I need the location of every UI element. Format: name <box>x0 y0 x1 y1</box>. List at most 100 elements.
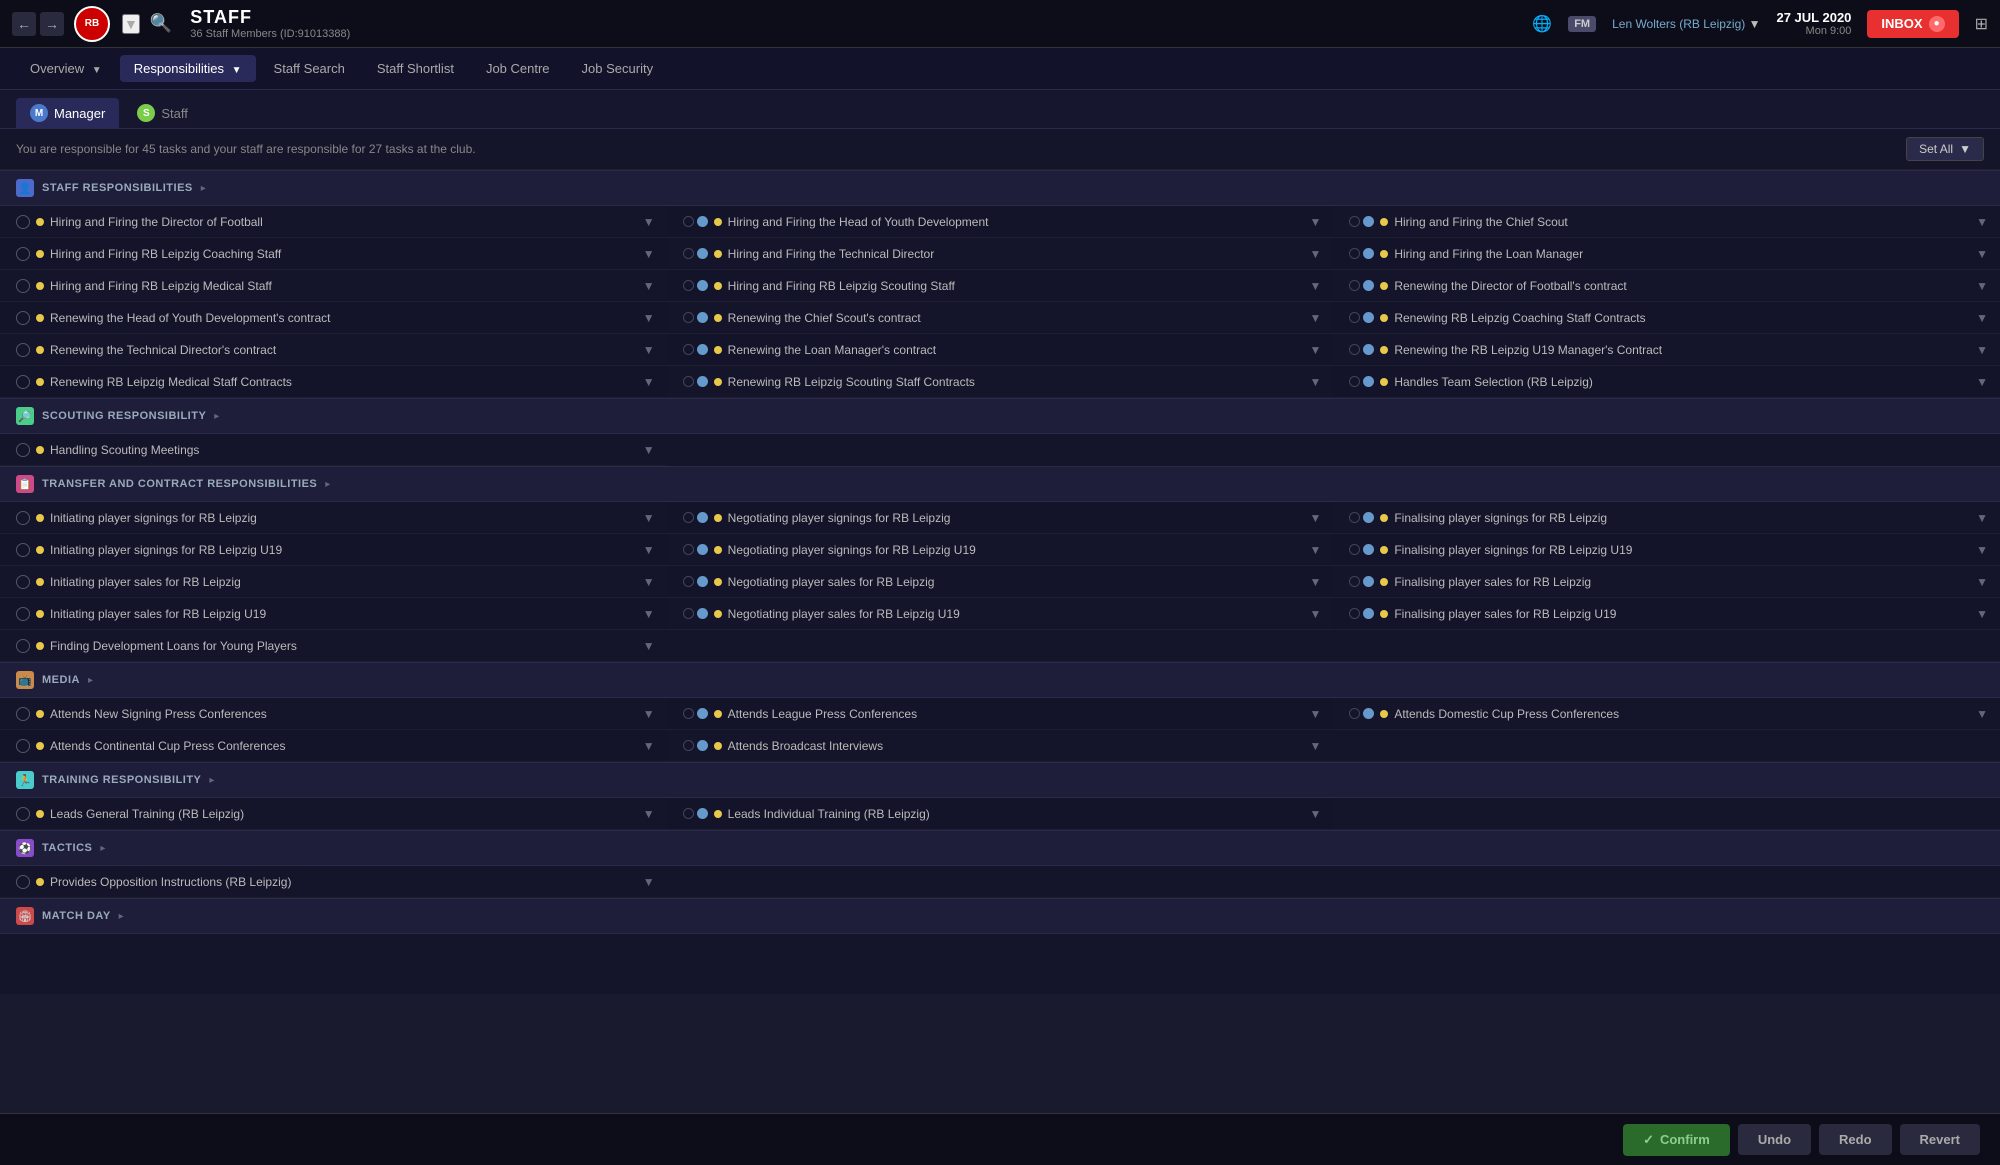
resp-dropdown-arrow[interactable]: ▼ <box>1972 575 1992 589</box>
mini-radio[interactable] <box>1349 544 1360 555</box>
radio-button[interactable] <box>16 215 30 229</box>
mini-radio-on[interactable] <box>1363 280 1374 291</box>
resp-dropdown-arrow[interactable]: ▼ <box>1972 375 1992 389</box>
mini-radio[interactable] <box>1349 576 1360 587</box>
redo-button[interactable]: Redo <box>1819 1124 1892 1155</box>
resp-dropdown-arrow[interactable]: ▼ <box>639 875 659 889</box>
mini-radio-on[interactable] <box>697 740 708 751</box>
mini-radio[interactable] <box>1349 280 1360 291</box>
resp-dropdown-arrow[interactable]: ▼ <box>639 375 659 389</box>
tab-staff-search[interactable]: Staff Search <box>260 55 359 82</box>
resp-dropdown-arrow[interactable]: ▼ <box>639 607 659 621</box>
expand-button[interactable]: ⊞ <box>1975 14 1988 34</box>
tab-staff-shortlist[interactable]: Staff Shortlist <box>363 55 468 82</box>
radio-button[interactable] <box>16 707 30 721</box>
mini-radio-on[interactable] <box>1363 608 1374 619</box>
mini-radio-on[interactable] <box>697 312 708 323</box>
radio-button[interactable] <box>16 311 30 325</box>
forward-button[interactable]: → <box>40 12 64 36</box>
tab-overview[interactable]: Overview ▼ <box>16 55 116 82</box>
mini-radio-on[interactable] <box>1363 376 1374 387</box>
section-staff-responsibilities[interactable]: 👤 STAFF RESPONSIBILITIES ▸ <box>0 170 2000 206</box>
resp-dropdown-arrow[interactable]: ▼ <box>1305 215 1325 229</box>
resp-dropdown-arrow[interactable]: ▼ <box>639 215 659 229</box>
mini-radio[interactable] <box>683 608 694 619</box>
resp-dropdown-arrow[interactable]: ▼ <box>1305 511 1325 525</box>
back-button[interactable]: ← <box>12 12 36 36</box>
mini-radio-on[interactable] <box>697 608 708 619</box>
mini-radio-on[interactable] <box>1363 708 1374 719</box>
mini-radio[interactable] <box>683 740 694 751</box>
tab-responsibilities[interactable]: Responsibilities ▼ <box>120 55 256 82</box>
section-media[interactable]: 📺 MEDIA ▸ <box>0 662 2000 698</box>
resp-dropdown-arrow[interactable]: ▼ <box>1972 511 1992 525</box>
radio-button[interactable] <box>16 511 30 525</box>
resp-dropdown-arrow[interactable]: ▼ <box>639 279 659 293</box>
radio-button[interactable] <box>16 807 30 821</box>
mini-radio[interactable] <box>1349 312 1360 323</box>
mini-radio[interactable] <box>683 280 694 291</box>
resp-dropdown-arrow[interactable]: ▼ <box>639 511 659 525</box>
resp-dropdown-arrow[interactable]: ▼ <box>1305 543 1325 557</box>
mini-radio-on[interactable] <box>697 248 708 259</box>
globe-icon[interactable]: 🌐 <box>1532 14 1552 34</box>
mini-radio-on[interactable] <box>1363 512 1374 523</box>
mini-radio[interactable] <box>1349 216 1360 227</box>
resp-dropdown-arrow[interactable]: ▼ <box>1305 247 1325 261</box>
mini-radio[interactable] <box>1349 376 1360 387</box>
mini-radio-on[interactable] <box>1363 544 1374 555</box>
mini-radio-on[interactable] <box>1363 216 1374 227</box>
resp-dropdown-arrow[interactable]: ▼ <box>1305 375 1325 389</box>
resp-dropdown-arrow[interactable]: ▼ <box>1305 807 1325 821</box>
section-training-responsibility[interactable]: 🏃 TRAINING RESPONSIBILITY ▸ <box>0 762 2000 798</box>
resp-dropdown-arrow[interactable]: ▼ <box>1972 607 1992 621</box>
mini-radio-on[interactable] <box>697 376 708 387</box>
mini-radio[interactable] <box>1349 248 1360 259</box>
search-icon[interactable]: 🔍 <box>150 13 172 34</box>
resp-dropdown-arrow[interactable]: ▼ <box>1972 311 1992 325</box>
radio-button[interactable] <box>16 543 30 557</box>
radio-button[interactable] <box>16 247 30 261</box>
radio-button[interactable] <box>16 875 30 889</box>
resp-dropdown-arrow[interactable]: ▼ <box>639 543 659 557</box>
radio-button[interactable] <box>16 443 30 457</box>
resp-dropdown-arrow[interactable]: ▼ <box>1305 607 1325 621</box>
mini-radio-on[interactable] <box>1363 344 1374 355</box>
radio-button[interactable] <box>16 343 30 357</box>
resp-dropdown-arrow[interactable]: ▼ <box>1305 311 1325 325</box>
person-tab-staff[interactable]: S Staff <box>123 98 202 128</box>
section-tactics[interactable]: ⚽ TACTICS ▸ <box>0 830 2000 866</box>
confirm-button[interactable]: ✓ Confirm <box>1623 1124 1730 1156</box>
resp-dropdown-arrow[interactable]: ▼ <box>639 247 659 261</box>
resp-dropdown-arrow[interactable]: ▼ <box>1305 279 1325 293</box>
radio-button[interactable] <box>16 575 30 589</box>
resp-dropdown-arrow[interactable]: ▼ <box>1972 279 1992 293</box>
mini-radio-on[interactable] <box>1363 576 1374 587</box>
tab-job-security[interactable]: Job Security <box>568 55 668 82</box>
mini-radio[interactable] <box>683 512 694 523</box>
section-transfer-contract[interactable]: 📋 TRANSFER AND CONTRACT RESPONSIBILITIES… <box>0 466 2000 502</box>
resp-dropdown-arrow[interactable]: ▼ <box>639 343 659 357</box>
radio-button[interactable] <box>16 375 30 389</box>
mini-radio-on[interactable] <box>697 344 708 355</box>
resp-dropdown-arrow[interactable]: ▼ <box>1305 575 1325 589</box>
radio-button[interactable] <box>16 739 30 753</box>
resp-dropdown-arrow[interactable]: ▼ <box>639 311 659 325</box>
set-all-button[interactable]: Set All ▼ <box>1906 137 1984 161</box>
section-scouting-responsibility[interactable]: 🔎 SCOUTING RESPONSIBILITY ▸ <box>0 398 2000 434</box>
mini-radio[interactable] <box>1349 608 1360 619</box>
mini-radio-on[interactable] <box>697 544 708 555</box>
mini-radio[interactable] <box>1349 344 1360 355</box>
mini-radio-on[interactable] <box>1363 312 1374 323</box>
mini-radio[interactable] <box>683 248 694 259</box>
mini-radio[interactable] <box>683 312 694 323</box>
resp-dropdown-arrow[interactable]: ▼ <box>1305 343 1325 357</box>
resp-dropdown-arrow[interactable]: ▼ <box>639 739 659 753</box>
mini-radio-on[interactable] <box>697 708 708 719</box>
mini-radio[interactable] <box>683 376 694 387</box>
club-dropdown-button[interactable]: ▼ <box>122 14 140 34</box>
mini-radio[interactable] <box>1349 708 1360 719</box>
resp-dropdown-arrow[interactable]: ▼ <box>639 807 659 821</box>
mini-radio[interactable] <box>683 344 694 355</box>
resp-dropdown-arrow[interactable]: ▼ <box>639 707 659 721</box>
